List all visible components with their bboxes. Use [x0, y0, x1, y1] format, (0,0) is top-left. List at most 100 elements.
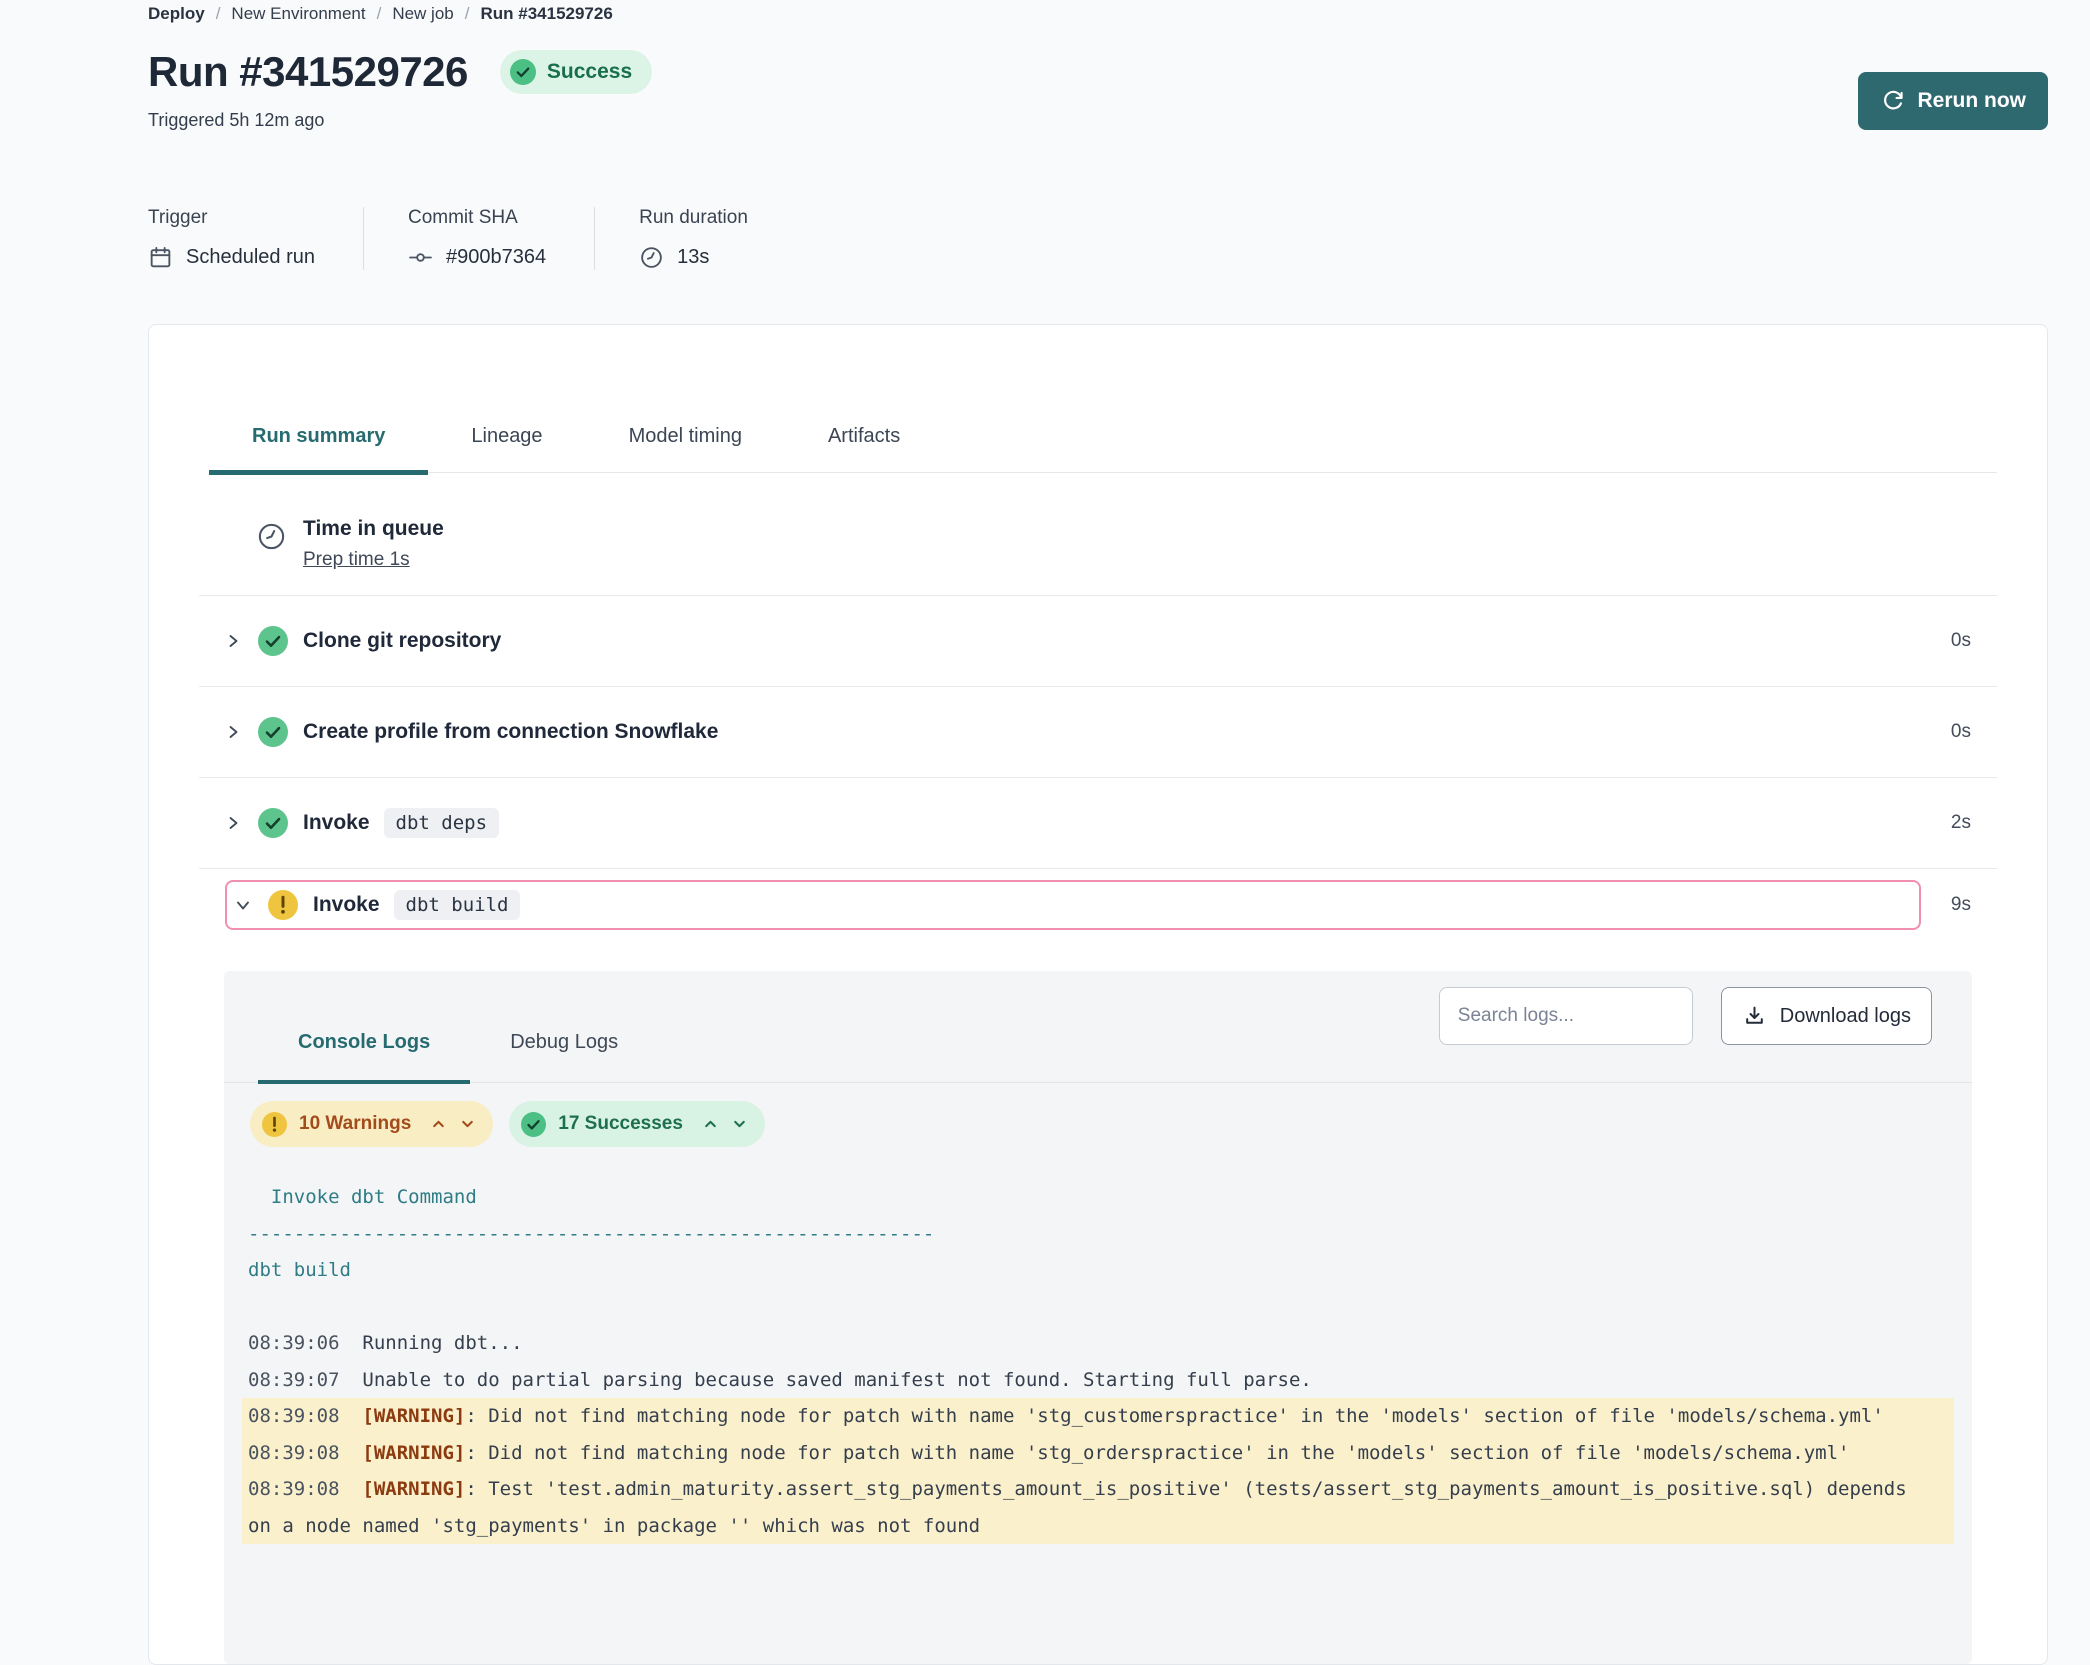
log-line: ----------------------------------------…: [242, 1216, 1954, 1253]
log-text: dbt build: [248, 1259, 351, 1281]
breadcrumb-separator: /: [216, 4, 221, 24]
log-text: Invoke dbt Command: [248, 1186, 477, 1208]
step-title: Invoke: [313, 893, 380, 917]
step-row-dbt-build-selected-box[interactable]: Invoke dbt build: [225, 880, 1921, 930]
log-line: dbt build: [242, 1252, 1954, 1289]
time-in-queue-title: Time in queue: [303, 517, 444, 541]
step-duration: 0s: [1935, 721, 1971, 743]
step-row-clone-git[interactable]: Clone git repository 0s: [199, 595, 1997, 686]
step-row-dbt-deps[interactable]: Invoke dbt deps 2s: [199, 777, 1997, 868]
page-title: Run #341529726: [148, 48, 468, 96]
duration-meta: Run duration 13s: [639, 207, 796, 270]
tab-artifacts[interactable]: Artifacts: [785, 425, 943, 475]
log-timestamp: 08:39:06: [248, 1332, 362, 1354]
download-icon: [1742, 1004, 1767, 1029]
commit-sha-label: Commit SHA: [408, 207, 546, 229]
download-logs-label: Download logs: [1780, 1005, 1911, 1028]
status-badge-label: Success: [547, 60, 632, 84]
log-warning-label: [WARNING]: [362, 1478, 465, 1500]
warnings-badge[interactable]: 10 Warnings: [250, 1101, 493, 1147]
log-text: ----------------------------------------…: [248, 1223, 934, 1245]
log-line: [242, 1289, 1954, 1326]
log-timestamp: 08:39:07: [248, 1369, 362, 1391]
log-timestamp: 08:39:08: [248, 1442, 362, 1464]
prep-time-link[interactable]: Prep time 1s: [303, 549, 410, 571]
clock-icon: [639, 245, 664, 270]
success-check-icon: [510, 59, 536, 85]
successes-badge[interactable]: 17 Successes: [509, 1101, 765, 1147]
chevron-up-icon[interactable]: [431, 1117, 446, 1131]
commit-icon: [408, 245, 433, 270]
tab-lineage[interactable]: Lineage: [428, 425, 585, 475]
log-text: on a node named 'stg_payments' in packag…: [248, 1515, 980, 1537]
breadcrumb-deploy[interactable]: Deploy: [148, 4, 205, 24]
log-text: Running dbt...: [362, 1332, 522, 1354]
chevron-right-icon[interactable]: [225, 724, 241, 740]
search-logs-input[interactable]: [1439, 987, 1693, 1045]
success-check-icon: [258, 808, 288, 838]
run-duration-value: 13s: [677, 246, 709, 269]
log-filter-badges: 10 Warnings 17 Successes: [250, 1101, 1972, 1147]
console-header: Console Logs Debug Logs Download logs: [224, 971, 1972, 1083]
breadcrumb-environment[interactable]: New Environment: [231, 4, 365, 24]
step-row-dbt-build[interactable]: Invoke dbt build 9s: [199, 868, 1997, 940]
download-logs-button[interactable]: Download logs: [1721, 987, 1932, 1045]
chevron-down-icon[interactable]: [235, 897, 251, 913]
successes-badge-label: 17 Successes: [558, 1113, 683, 1135]
run-meta-row: Trigger Scheduled run Commit SHA #900b73…: [148, 207, 2048, 270]
tab-console-logs[interactable]: Console Logs: [258, 987, 470, 1084]
log-line-warning: 08:39:08 [WARNING]: Test 'test.admin_mat…: [242, 1471, 1954, 1508]
success-check-icon: [521, 1112, 546, 1137]
calendar-icon: [148, 245, 173, 270]
log-timestamp: 08:39:08: [248, 1405, 362, 1427]
rerun-now-label: Rerun now: [1918, 89, 2027, 113]
chevron-down-icon[interactable]: [732, 1117, 747, 1131]
breadcrumb-job[interactable]: New job: [392, 4, 453, 24]
chevron-up-icon[interactable]: [703, 1117, 718, 1131]
log-line: Invoke dbt Command: [242, 1179, 1954, 1216]
log-line-warning: 08:39:08 [WARNING]: Did not find matchin…: [242, 1398, 1954, 1435]
tab-run-summary[interactable]: Run summary: [209, 425, 428, 475]
chevron-down-icon[interactable]: [460, 1117, 475, 1131]
step-row-create-profile[interactable]: Create profile from connection Snowflake…: [199, 686, 1997, 777]
chevron-right-icon[interactable]: [225, 815, 241, 831]
trigger-meta: Trigger Scheduled run: [148, 207, 364, 270]
step-command-chip: dbt deps: [384, 808, 500, 838]
success-check-icon: [258, 717, 288, 747]
log-warning-label: [WARNING]: [362, 1442, 465, 1464]
run-summary-card: Run summary Lineage Model timing Artifac…: [148, 324, 2048, 1665]
log-text: : Test 'test.admin_maturity.assert_stg_p…: [465, 1478, 1906, 1500]
time-in-queue-section: Time in queue Prep time 1s: [199, 517, 1997, 595]
tab-model-timing[interactable]: Model timing: [586, 425, 785, 475]
step-title: Create profile from connection Snowflake: [303, 720, 718, 744]
warnings-badge-label: 10 Warnings: [299, 1113, 411, 1135]
commit-meta: Commit SHA #900b7364: [408, 207, 595, 270]
breadcrumb-separator: /: [377, 4, 382, 24]
console-panel: Console Logs Debug Logs Download logs: [224, 971, 1972, 1664]
tab-debug-logs[interactable]: Debug Logs: [470, 987, 658, 1084]
step-command-chip: dbt build: [394, 890, 521, 920]
trigger-label: Trigger: [148, 207, 315, 229]
console-log-output: Invoke dbt Command ---------------------…: [224, 1179, 1972, 1544]
console-tabs: Console Logs Debug Logs: [258, 987, 658, 1082]
title-row: Run #341529726 Success: [148, 48, 2048, 96]
log-line: 08:39:06 Running dbt...: [242, 1325, 1954, 1362]
step-duration: 2s: [1935, 812, 1971, 834]
log-timestamp: 08:39:08: [248, 1478, 362, 1500]
run-duration-label: Run duration: [639, 207, 748, 229]
rerun-now-button[interactable]: Rerun now: [1858, 72, 2049, 130]
status-badge: Success: [500, 50, 652, 94]
step-duration: 0s: [1935, 630, 1971, 652]
step-title: Invoke: [303, 811, 370, 835]
log-line-warning: on a node named 'stg_payments' in packag…: [242, 1508, 1954, 1545]
run-tabs: Run summary Lineage Model timing Artifac…: [209, 425, 1997, 473]
breadcrumb: Deploy / New Environment / New job / Run…: [148, 4, 2048, 24]
run-detail-page: Deploy / New Environment / New job / Run…: [0, 0, 2090, 1665]
commit-sha-value: #900b7364: [446, 246, 546, 269]
log-text: : Did not find matching node for patch w…: [465, 1405, 1883, 1427]
chevron-right-icon[interactable]: [225, 633, 241, 649]
clock-icon: [256, 521, 287, 571]
warning-icon: [268, 890, 298, 920]
success-check-icon: [258, 626, 288, 656]
console-controls: Download logs: [1439, 987, 1932, 1045]
